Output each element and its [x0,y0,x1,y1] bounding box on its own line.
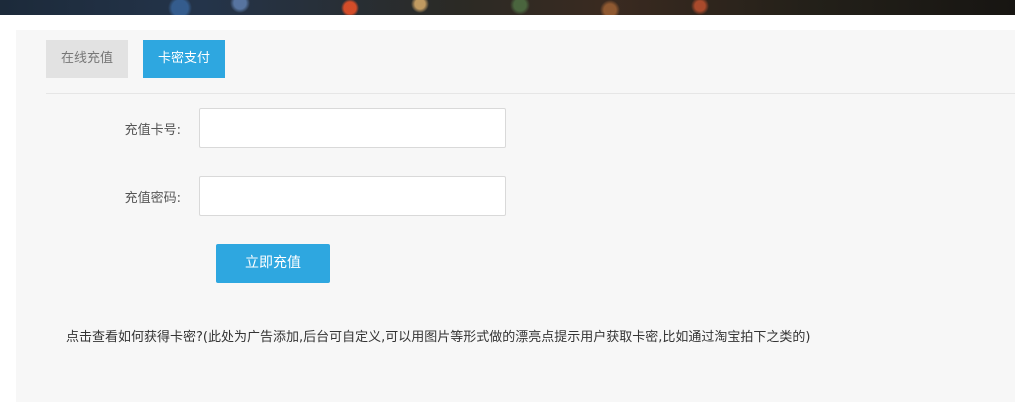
payment-tabs: 在线充值 卡密支付 [46,40,226,78]
card-password-label: 充值密码: [124,190,181,206]
tabs-divider [46,93,1015,94]
card-help-link[interactable]: 点击查看如何获得卡密?(此处为广告添加,后台可自定义,可以用图片等形式做的漂亮点… [66,326,810,345]
card-password-row: 充值密码: [16,176,506,216]
recharge-panel: 在线充值 卡密支付 充值卡号: 充值密码: 立即充值 点击查看如何获得卡密?(此… [16,30,1015,402]
recharge-submit-button[interactable]: 立即充值 [216,244,330,283]
tab-card-payment[interactable]: 卡密支付 [143,40,226,78]
header-banner-image [0,0,1015,15]
tab-online-recharge[interactable]: 在线充值 [46,40,129,78]
card-number-row: 充值卡号: [16,108,506,148]
card-password-input[interactable] [199,176,506,216]
card-number-input[interactable] [199,108,506,148]
card-number-label: 充值卡号: [124,122,181,138]
